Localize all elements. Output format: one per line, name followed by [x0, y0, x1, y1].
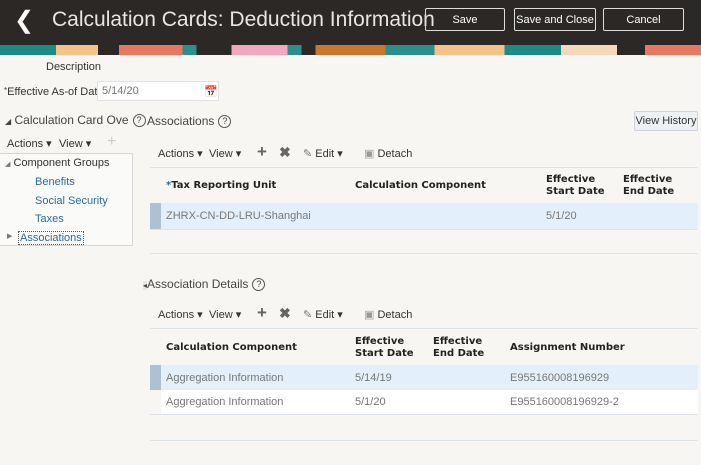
- cell-start-date: 5/14/19: [355, 372, 392, 384]
- col-tax-reporting-unit[interactable]: *Tax Reporting Unit: [166, 180, 276, 192]
- help-icon[interactable]: ?: [218, 115, 232, 129]
- association-details-heading: ◂Association Details?: [143, 277, 266, 292]
- edit-menu[interactable]: ✎ Edit ▾: [303, 147, 343, 160]
- cell-assignment-number: E955160008196929-2: [510, 396, 619, 408]
- col-calculation-component[interactable]: Calculation Component: [355, 180, 486, 192]
- page-title: Calculation Cards: Deduction Information: [52, 8, 435, 31]
- calculation-card-overview-heading[interactable]: ◢ Calculation Card Ove?: [5, 113, 146, 128]
- expand-triangle-icon: ▶: [7, 233, 13, 240]
- table-row[interactable]: Aggregation Information 5/1/20 E95516000…: [161, 390, 698, 414]
- delete-icon[interactable]: ✖: [279, 305, 291, 322]
- table-row[interactable]: Aggregation Information 5/14/19 E9551600…: [150, 365, 698, 390]
- tree-panel: ◢ Component Groups Benefits Social Secur…: [0, 153, 133, 246]
- tree-item-component-groups[interactable]: ◢ Component Groups: [5, 157, 109, 169]
- col-effective-start-date[interactable]: Effective Start Date: [546, 174, 621, 198]
- effective-date-label-text: Effective As-of Date: [7, 86, 104, 98]
- add-icon[interactable]: +: [257, 303, 267, 323]
- cell-calculation-component: Aggregation Information: [166, 396, 284, 408]
- view-history-button[interactable]: View History: [634, 111, 698, 131]
- detach-icon: ▣: [364, 309, 375, 321]
- actions-menu[interactable]: Actions ▾: [158, 147, 203, 160]
- add-icon[interactable]: +: [257, 142, 267, 162]
- cell-start-date: 5/1/20: [546, 210, 577, 222]
- tree-item-social-security[interactable]: Social Security: [35, 195, 108, 207]
- collapse-triangle-icon: ◢: [5, 117, 12, 126]
- description-label: Description: [46, 61, 102, 73]
- tree-item-benefits[interactable]: Benefits: [35, 176, 75, 188]
- add-icon: +: [107, 133, 117, 150]
- left-view-menu[interactable]: View ▾: [59, 137, 91, 150]
- cell-tax-reporting-unit: ZHRX-CN-DD-LRU-Shanghai: [166, 210, 311, 222]
- cancel-button[interactable]: Cancel: [603, 8, 684, 31]
- col-calculation-component[interactable]: Calculation Component: [166, 342, 297, 354]
- col-assignment-number[interactable]: Assignment Number: [510, 342, 625, 354]
- associations-heading: Associations?: [147, 114, 232, 129]
- effective-date-label: *Effective As-of Date: [4, 86, 104, 98]
- effective-date-input[interactable]: 5/14/20: [97, 81, 219, 101]
- delete-icon[interactable]: ✖: [279, 144, 291, 161]
- details-actions-menu[interactable]: Actions ▾: [158, 308, 203, 321]
- col-effective-start-date[interactable]: Effective Start Date: [355, 336, 430, 360]
- decorative-banner: [0, 45, 701, 55]
- view-menu[interactable]: View ▾: [209, 147, 241, 160]
- tree-item-taxes[interactable]: Taxes: [35, 213, 64, 225]
- overview-title: Calculation Card Ove: [14, 113, 129, 127]
- details-edit-menu[interactable]: ✎ Edit ▾: [303, 308, 343, 321]
- cell-assignment-number: E955160008196929: [510, 372, 610, 384]
- table-row[interactable]: ZHRX-CN-DD-LRU-Shanghai 5/1/20: [150, 203, 698, 229]
- save-and-close-button[interactable]: Save and Close: [514, 8, 596, 31]
- cell-calculation-component: Aggregation Information: [166, 372, 284, 384]
- help-icon[interactable]: ?: [132, 114, 146, 128]
- left-actions-menu[interactable]: Actions ▾: [7, 137, 52, 150]
- calendar-icon[interactable]: 📅: [204, 85, 218, 98]
- help-icon[interactable]: ?: [252, 278, 266, 292]
- save-button[interactable]: Save: [425, 8, 505, 31]
- details-view-menu[interactable]: View ▾: [209, 308, 241, 321]
- col-effective-end-date[interactable]: Effective End Date: [623, 174, 695, 198]
- back-chevron-icon[interactable]: ❮: [14, 6, 34, 35]
- detach-icon: ▣: [364, 148, 375, 160]
- col-effective-end-date[interactable]: Effective End Date: [433, 336, 505, 360]
- tree-item-associations[interactable]: Associations: [18, 231, 84, 245]
- detach-button[interactable]: ▣ Detach: [364, 147, 412, 160]
- details-detach-button[interactable]: ▣ Detach: [364, 308, 412, 321]
- cell-start-date: 5/1/20: [355, 396, 386, 408]
